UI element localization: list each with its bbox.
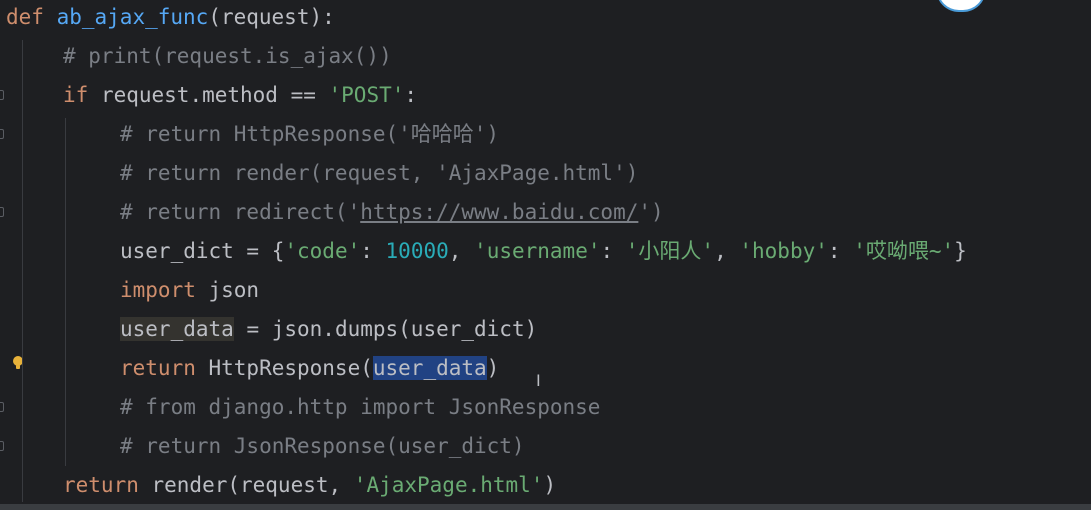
code-token: request.method ==	[88, 83, 329, 107]
code-token: # return JsonResponse(user_dict)	[120, 434, 525, 458]
code-token: def	[6, 5, 44, 29]
code-token: 10000	[385, 239, 449, 263]
editor-gutter[interactable]	[0, 0, 36, 510]
code-token: ab_ajax_func	[56, 5, 209, 29]
code-token: :	[360, 239, 386, 263]
code-line[interactable]: # return redirect('https://www.baidu.com…	[120, 193, 664, 232]
code-token: json	[195, 278, 260, 302]
indent-guide-level1	[22, 40, 23, 502]
fold-marker-comment-end[interactable]	[0, 207, 4, 217]
code-token: (request):	[208, 5, 335, 29]
code-token: https://www.baidu.com/	[360, 200, 639, 224]
fold-marker-comment2-start[interactable]	[0, 402, 4, 412]
fold-marker-comment-start[interactable]	[0, 129, 4, 139]
code-line[interactable]: if request.method == 'POST':	[63, 76, 417, 115]
code-token: :	[600, 239, 626, 263]
code-token: '小阳人'	[625, 239, 715, 263]
code-token: ,	[714, 239, 740, 263]
code-token: 'POST'	[328, 83, 405, 107]
code-line[interactable]: # return render(request, 'AjaxPage.html'…	[120, 154, 638, 193]
code-token: 'AjaxPage.html'	[353, 473, 544, 497]
code-token: 'code'	[284, 239, 361, 263]
code-token: = json.dumps(user_dict)	[233, 317, 538, 341]
code-token: ')	[638, 200, 664, 224]
code-token: )	[486, 356, 500, 380]
text-cursor-icon: I	[536, 371, 541, 390]
code-token: 'username'	[474, 239, 601, 263]
code-line[interactable]: # return JsonResponse(user_dict)	[120, 427, 525, 466]
code-token: # return render(request, 'AjaxPage.html'…	[120, 161, 639, 185]
code-line[interactable]: user_dict = {'code': 10000, 'username': …	[120, 232, 967, 271]
indent-guide-level2	[65, 118, 66, 466]
code-token: # return redirect('	[120, 200, 361, 224]
code-line[interactable]: import json	[120, 271, 259, 310]
code-token: :	[827, 239, 854, 263]
code-token: render(request,	[138, 473, 354, 497]
code-token: HttpResponse(	[195, 356, 373, 380]
code-token: # print(request.is_ajax())	[63, 44, 392, 68]
code-token: :	[404, 83, 418, 107]
code-token: # return HttpResponse('哈哈哈')	[120, 122, 500, 146]
code-token: 'hobby'	[739, 239, 828, 263]
code-editor[interactable]: def ab_ajax_func(request): # print(reques…	[0, 0, 1091, 510]
code-line[interactable]: return HttpResponse(user_data)	[120, 349, 499, 388]
code-token: }	[954, 239, 967, 263]
code-token: user_dict = {	[120, 239, 285, 263]
avatar	[936, 0, 986, 12]
code-token: return	[120, 356, 196, 380]
code-line[interactable]: user_data = json.dumps(user_dict)	[120, 310, 537, 349]
code-token: user_data	[120, 317, 234, 341]
code-line[interactable]: # print(request.is_ajax())	[63, 37, 392, 76]
code-line[interactable]: def ab_ajax_func(request):	[6, 0, 335, 37]
code-token: if	[63, 83, 89, 107]
bottom-scrollbar[interactable]	[0, 504, 1091, 510]
code-token: import	[120, 278, 196, 302]
fold-marker-if[interactable]	[0, 90, 4, 100]
code-line[interactable]: return render(request, 'AjaxPage.html')	[63, 466, 556, 505]
fold-marker-comment2-end[interactable]	[0, 441, 4, 451]
code-token: return	[63, 473, 139, 497]
code-token: )	[543, 473, 557, 497]
code-token: ,	[448, 239, 475, 263]
code-line[interactable]: # from django.http import JsonResponse	[120, 388, 600, 427]
code-token: '哎呦喂~'	[853, 239, 955, 263]
code-line[interactable]: # return HttpResponse('哈哈哈')	[120, 115, 499, 154]
code-token: user_data	[372, 356, 487, 380]
code-token: # from django.http import JsonResponse	[120, 395, 601, 419]
